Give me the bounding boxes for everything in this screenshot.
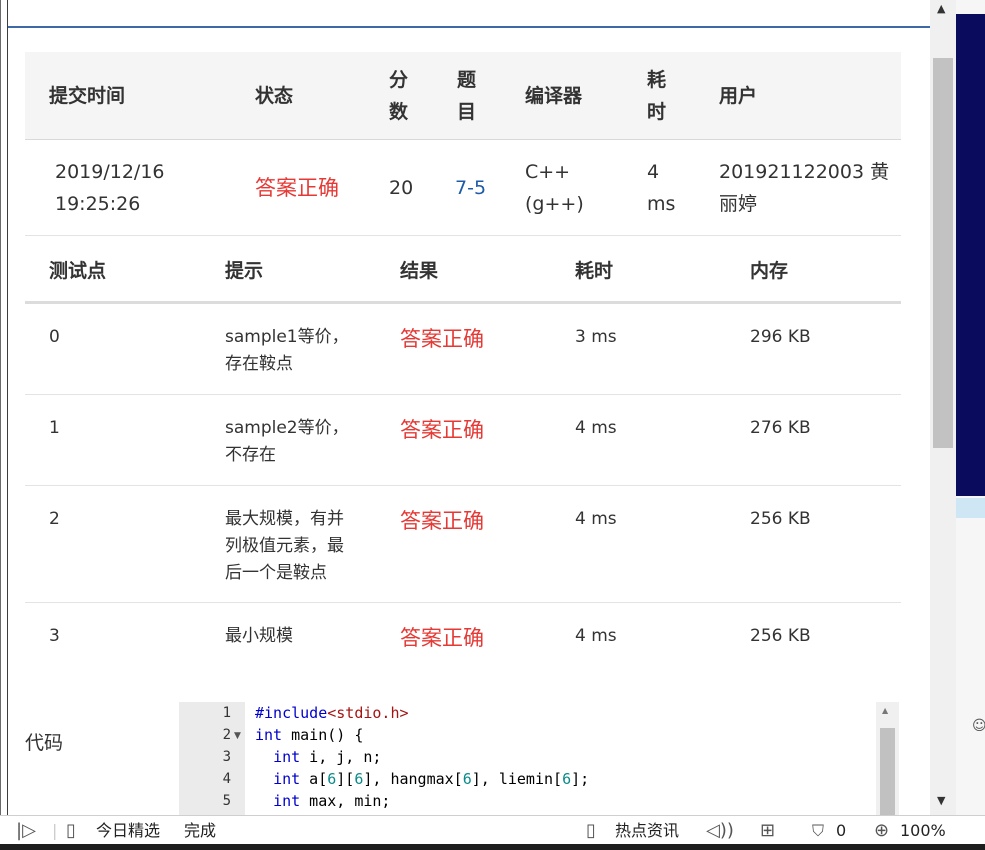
compiler-variant: (g++) [525,193,584,215]
header-time-2: 时 [647,101,667,123]
testpoint-result: 答案正确 [400,509,484,533]
submission-table-header: 提交时间 状态 分 数 题 目 编译器 耗 时 用户 [25,52,901,140]
testpoint-time: 4 ms [575,418,617,438]
header-hint: 提示 [225,260,264,282]
line-number-gutter: 1 2 ▼ 3 4 5 [179,702,245,815]
line-number: 1 [222,705,231,721]
submission-status: 答案正确 [255,176,339,200]
code-line-3: int i, j, n; [273,748,382,766]
code-line-4: int a[6][6], hangmax[6], liemin[6]; [273,770,590,788]
header-problem-1: 题 [457,69,477,91]
testpoint-hint-line2: 不存在 [225,445,276,465]
testpoint-result: 答案正确 [400,327,484,351]
page-scrollbar[interactable]: ▲ ▼ [930,0,956,815]
submission-table: 提交时间 状态 分 数 题 目 编译器 耗 时 用户 2019/12/16 19… [25,52,901,236]
code-line-5: int max, min; [273,792,391,810]
testpoint-row: 1 sample2等价， 不存在 答案正确 4 ms 276 KB [25,395,901,486]
taskbar-edge [0,844,985,850]
testpoint-time: 4 ms [575,509,617,529]
header-user: 用户 [719,85,758,107]
testpoint-memory: 256 KB [750,626,811,646]
background-dark-panel [956,14,985,496]
testpoint-row: 3 最小规模 答案正确 4 ms 256 KB [25,603,901,673]
panel-top-border [8,26,930,28]
header-status: 状态 [255,85,294,107]
testpoint-time: 4 ms [575,626,617,646]
scroll-up-arrow-icon[interactable]: ▲ [937,2,945,15]
submit-time-date: 2019/12/16 [55,161,165,183]
testpoint-hint-line2: 列极值元素，最 [225,536,344,556]
testpoint-result: 答案正确 [400,418,484,442]
header-time-1: 耗 [647,69,667,91]
code-label: 代码 [25,732,64,754]
header-memory: 内存 [750,260,789,282]
testpoint-memory: 296 KB [750,327,811,347]
header-score-2: 数 [389,101,409,123]
scroll-down-arrow-icon[interactable]: ▼ [937,794,945,807]
submission-score: 20 [389,177,414,199]
header-submit-time: 提交时间 [49,85,126,107]
header-testpoint: 测试点 [49,260,107,282]
testpoint-hint-line1: sample2等价， [225,418,349,438]
testpoint-result: 答案正确 [400,626,484,650]
testpoint-memory: 276 KB [750,418,811,438]
header-compiler: 编译器 [525,85,583,107]
time-cost-unit: ms [647,193,676,215]
testpoint-memory: 256 KB [750,509,811,529]
testpoint-row: 2 最大规模，有并 列极值元素，最 后一个是鞍点 答案正确 4 ms 256 K… [25,486,901,603]
user-id: 201921122003 黄 [719,161,890,183]
time-cost-value: 4 [647,161,660,183]
testpoint-hint-line2: 存在鞍点 [225,354,293,374]
line-number: 5 [222,793,231,809]
testpoint-hint-line1: sample1等价， [225,327,349,347]
testpoint-time: 3 ms [575,327,617,347]
testpoint-id: 1 [49,418,60,438]
line-number: 2 [222,727,231,743]
header-result: 结果 [400,260,439,282]
header-problem-2: 目 [457,101,477,123]
submit-time-clock: 19:25:26 [55,193,141,215]
smile-icon: ☺ [972,718,985,734]
header-score-1: 分 [389,69,409,91]
line-number: 4 [222,771,231,787]
testpoint-id: 3 [49,626,60,646]
fold-arrow-icon[interactable]: ▼ [234,731,241,741]
background-light-strip [956,498,985,518]
testpoint-hint-line3: 后一个是鞍点 [225,563,327,583]
compiler-name: C++ [525,161,571,183]
testpoint-row: 0 sample1等价， 存在鞍点 答案正确 3 ms 296 KB [25,304,901,395]
testpoint-hint-line1: 最大规模，有并 [225,509,344,529]
header-time: 耗时 [575,260,614,282]
problem-link[interactable]: 7-5 [455,172,486,204]
page-scrollbar-thumb[interactable] [933,58,953,448]
scroll-up-arrow-icon[interactable]: ▲ [882,706,888,715]
code-scrollbar[interactable]: ▲ [876,702,899,815]
code-line-2: int main() { [255,726,364,744]
testpoint-table: 测试点 提示 结果 耗时 内存 0 sample1等价， 存在鞍点 答案正确 3… [25,236,901,673]
testpoint-id: 0 [49,327,60,347]
user-name: 丽婷 [719,193,758,215]
line-number: 3 [222,749,231,765]
code-line-1: #include<stdio.h> [255,704,409,722]
testpoint-table-header: 测试点 提示 结果 耗时 内存 [25,236,901,304]
code-editor[interactable]: 1 2 ▼ 3 4 5 #include<stdio.h> int main()… [179,702,899,815]
testpoint-hint-line1: 最小规模 [225,626,293,646]
code-scrollbar-thumb[interactable] [880,728,895,815]
submission-row: 2019/12/16 19:25:26 答案正确 20 7-5 C++ (g++… [25,140,901,236]
background-window-edge: ☺ [956,0,985,815]
testpoint-id: 2 [49,509,60,529]
browser-viewport: 提交时间 状态 分 数 题 目 编译器 耗 时 用户 2019/12/16 19… [0,0,930,815]
